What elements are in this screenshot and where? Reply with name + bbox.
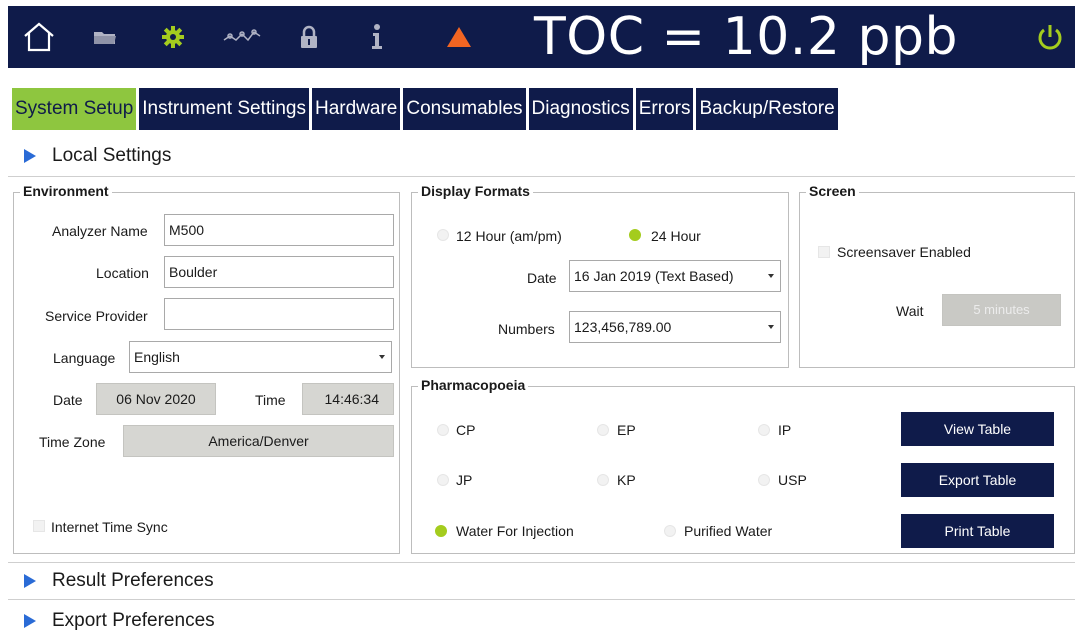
water-for-injection-radio[interactable] xyxy=(435,525,447,537)
purified-water-label: Purified Water xyxy=(684,523,773,539)
ip-radio[interactable] xyxy=(758,424,770,436)
wait-button[interactable]: 5 minutes xyxy=(942,294,1061,326)
24-hour-radio[interactable] xyxy=(629,229,641,241)
dropdown-caret-icon xyxy=(768,274,774,278)
screen-title: Screen xyxy=(806,183,859,199)
usp-radio[interactable] xyxy=(758,474,770,486)
date-format-select[interactable]: 16 Jan 2019 (Text Based) xyxy=(569,260,781,292)
pharmacopoeia-title: Pharmacopoeia xyxy=(418,377,529,393)
purified-water-radio[interactable] xyxy=(664,525,676,537)
ep-radio[interactable] xyxy=(597,424,609,436)
service-provider-field[interactable] xyxy=(164,298,394,330)
tab-system-setup[interactable]: System Setup xyxy=(12,88,137,130)
display-formats-title: Display Formats xyxy=(418,183,533,199)
location-field[interactable]: Boulder xyxy=(164,256,394,288)
jp-radio[interactable] xyxy=(437,474,449,486)
time-label: Time xyxy=(255,392,286,408)
info-icon[interactable] xyxy=(364,6,390,68)
date-format-value: 16 Jan 2019 (Text Based) xyxy=(574,268,734,284)
screensaver-label: Screensaver Enabled xyxy=(837,244,971,260)
export-table-button[interactable]: Export Table xyxy=(901,463,1054,497)
language-value: English xyxy=(134,349,180,365)
screensaver-checkbox[interactable] xyxy=(818,246,830,258)
language-select[interactable]: English xyxy=(129,341,392,373)
power-icon[interactable] xyxy=(1030,6,1070,68)
numbers-format-label: Numbers xyxy=(498,321,555,337)
kp-label: KP xyxy=(617,472,636,488)
analyzer-name-label: Analyzer Name xyxy=(52,223,148,239)
divider xyxy=(8,599,1075,600)
result-preferences-header[interactable]: Result Preferences xyxy=(24,566,214,596)
water-for-injection-label: Water For Injection xyxy=(456,523,574,539)
export-preferences-label: Export Preferences xyxy=(52,610,215,631)
warning-icon[interactable] xyxy=(444,6,474,68)
internet-time-sync-label: Internet Time Sync xyxy=(51,519,168,535)
screen-group: Screen xyxy=(799,183,1075,368)
environment-group: Environment xyxy=(13,183,400,554)
wait-label: Wait xyxy=(896,303,924,319)
ep-label: EP xyxy=(617,422,636,438)
analyzer-name-field[interactable]: M500 xyxy=(164,214,394,246)
12-hour-radio[interactable] xyxy=(437,229,449,241)
ip-label: IP xyxy=(778,422,792,438)
gear-icon[interactable] xyxy=(156,6,190,68)
language-label: Language xyxy=(53,350,116,366)
cp-label: CP xyxy=(456,422,476,438)
print-table-button[interactable]: Print Table xyxy=(901,514,1054,548)
cp-radio[interactable] xyxy=(437,424,449,436)
tab-errors[interactable]: Errors xyxy=(635,88,694,130)
tab-hardware[interactable]: Hardware xyxy=(311,88,401,130)
expand-triangle-icon xyxy=(24,149,36,163)
24-hour-label: 24 Hour xyxy=(651,228,701,244)
tab-backup-restore[interactable]: Backup/Restore xyxy=(696,88,838,130)
12-hour-label: 12 Hour (am/pm) xyxy=(456,228,562,244)
export-preferences-header[interactable]: Export Preferences xyxy=(24,606,215,636)
numbers-format-value: 123,456,789.00 xyxy=(574,319,672,335)
dropdown-caret-icon xyxy=(379,355,385,359)
local-settings-header[interactable]: Local Settings xyxy=(24,141,171,171)
timezone-label: Time Zone xyxy=(39,434,106,450)
jp-label: JP xyxy=(456,472,473,488)
location-label: Location xyxy=(96,265,149,281)
tab-instrument-settings[interactable]: Instrument Settings xyxy=(139,88,309,130)
graph-icon[interactable] xyxy=(220,6,264,68)
time-button[interactable]: 14:46:34 xyxy=(302,383,394,415)
dropdown-caret-icon xyxy=(768,325,774,329)
date-label: Date xyxy=(53,392,83,408)
tab-diagnostics[interactable]: Diagnostics xyxy=(528,88,633,130)
date-format-label: Date xyxy=(527,270,557,286)
kp-radio[interactable] xyxy=(597,474,609,486)
result-preferences-label: Result Preferences xyxy=(52,570,214,591)
usp-label: USP xyxy=(778,472,807,488)
expand-triangle-icon xyxy=(24,614,36,628)
lock-icon[interactable] xyxy=(294,6,324,68)
top-bar: TOC = 10.2 ppb xyxy=(8,6,1075,68)
view-table-button[interactable]: View Table xyxy=(901,412,1054,446)
divider xyxy=(8,562,1075,563)
home-icon[interactable] xyxy=(16,6,62,68)
toc-reading: TOC = 10.2 ppb xyxy=(534,7,958,67)
local-settings-label: Local Settings xyxy=(52,145,172,166)
date-button[interactable]: 06 Nov 2020 xyxy=(96,383,216,415)
tab-bar: System Setup Instrument Settings Hardwar… xyxy=(12,88,841,130)
tab-consumables[interactable]: Consumables xyxy=(403,88,526,130)
internet-time-sync-checkbox[interactable] xyxy=(33,520,45,532)
expand-triangle-icon xyxy=(24,574,36,588)
numbers-format-select[interactable]: 123,456,789.00 xyxy=(569,311,781,343)
timezone-button[interactable]: America/Denver xyxy=(123,425,394,457)
environment-title: Environment xyxy=(20,183,112,199)
folder-icon[interactable] xyxy=(88,6,122,68)
service-provider-label: Service Provider xyxy=(45,308,148,324)
divider xyxy=(8,176,1075,177)
